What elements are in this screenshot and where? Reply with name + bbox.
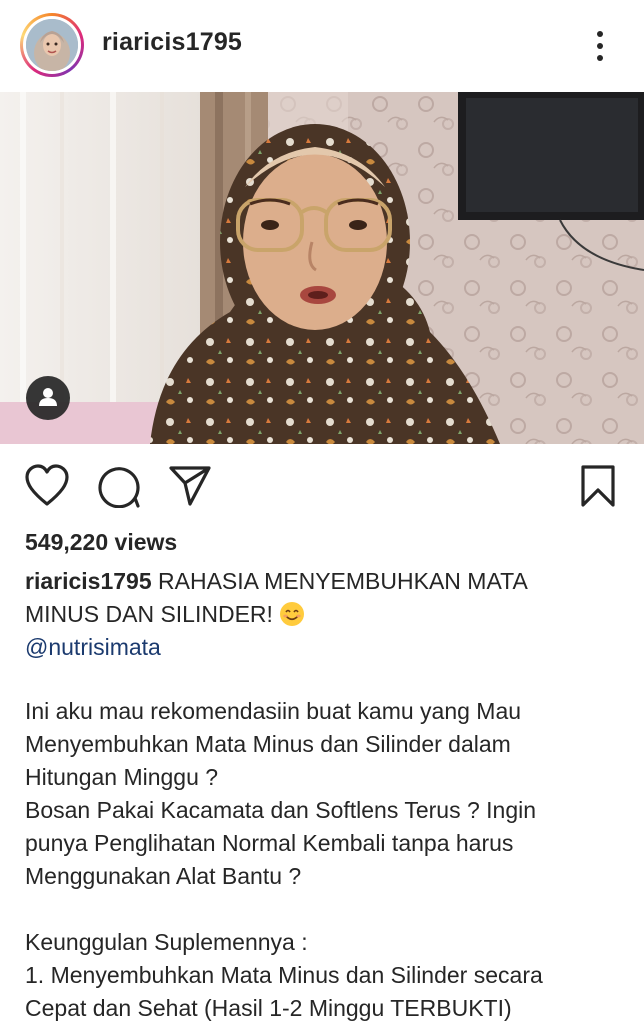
body-line: Menyembuhkan Mata Minus dan Silinder dal…: [25, 731, 511, 757]
body-line: Bosan Pakai Kacamata dan Softlens Terus …: [25, 797, 537, 823]
user-tag-icon[interactable]: [26, 376, 70, 420]
more-options-icon[interactable]: [588, 28, 612, 64]
caption-body: Ini aku mau rekomendasiin buat kamu yang…: [25, 695, 625, 1025]
body-line: Cepat dan Sehat (Hasil 1-2 Minggu TERBUK…: [25, 995, 512, 1021]
body-line: Keunggulan Suplemennya :: [25, 929, 308, 955]
body-line-blank: [25, 893, 625, 926]
avatar-photo: [26, 19, 78, 71]
action-bar: [0, 444, 644, 530]
comment-icon[interactable]: [97, 464, 141, 513]
post-header: riaricis1795: [0, 0, 644, 92]
body-line: Ini aku mau rekomendasiin buat kamu yang…: [25, 698, 522, 724]
body-line: Hitungan Minggu ?: [25, 764, 219, 790]
bookmark-icon[interactable]: [580, 464, 616, 513]
body-line: 1. Menyembuhkan Mata Minus dan Silinder …: [25, 962, 543, 988]
view-count: 549,220 views: [25, 529, 178, 555]
post-video[interactable]: [0, 92, 644, 444]
username[interactable]: riaricis1795: [102, 28, 242, 57]
body-line: Menggunakan Alat Bantu ?: [25, 863, 302, 889]
caption-text-line2: MINUS DAN SILINDER!: [25, 601, 273, 627]
mention-link[interactable]: @nutrisimata: [25, 631, 625, 664]
profile-avatar[interactable]: [20, 13, 84, 77]
send-icon[interactable]: [168, 464, 212, 513]
heart-icon[interactable]: [24, 464, 70, 513]
caption-username[interactable]: riaricis1795: [25, 568, 152, 594]
post-caption: riaricis1795 RAHASIA MENYEMBUHKAN MATA M…: [25, 565, 625, 664]
smiling-face-emoji: [279, 601, 305, 627]
caption-text-line1: RAHASIA MENYEMBUHKAN MATA: [158, 568, 528, 594]
body-line: punya Penglihatan Normal Kembali tanpa h…: [25, 830, 514, 856]
